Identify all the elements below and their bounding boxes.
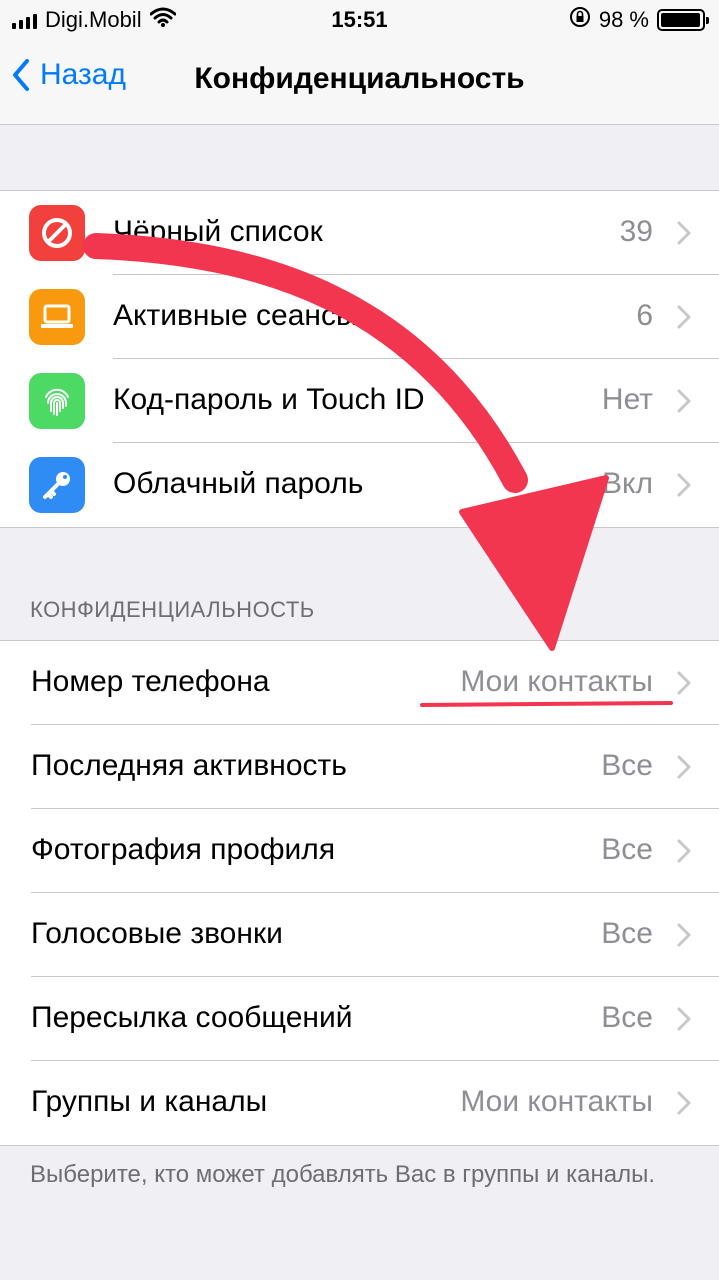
row-label: Фотография профиля [31,833,336,866]
voice-calls-row[interactable]: Голосовые звонки Все [0,893,719,977]
rotation-lock-icon [569,6,591,34]
row-value: Вкл [602,467,653,500]
battery-level [661,13,701,27]
chevron-right-icon [677,755,691,779]
row-value: 39 [619,215,653,248]
row-label: Облачный пароль [113,467,364,500]
row-label: Голосовые звонки [31,917,283,950]
passcode-touch-id-row[interactable]: Код-пароль и Touch ID Нет [0,359,719,443]
row-value: Нет [601,383,653,416]
status-bar: Digi.Mobil 15:51 98 % [0,0,719,40]
groups-footer-note: Выберите, кто может добавлять Вас в груп… [30,1161,656,1188]
row-label: Номер телефона [31,665,270,698]
row-label: Группы и каналы [31,1085,268,1118]
forwarded-messages-row[interactable]: Пересылка сообщений Все [0,977,719,1061]
row-value: Все [601,833,653,866]
chevron-right-icon [677,221,691,245]
row-value: Мои контакты [460,665,653,698]
phone-number-row[interactable]: Номер телефона Мои контакты [0,641,719,725]
privacy-section-header: КОНФИДЕНЦИАЛЬНОСТЬ [30,597,315,622]
status-right: 98 % [569,6,709,34]
row-value: Все [601,917,653,950]
row-label: Чёрный список [113,215,323,248]
cloud-password-row[interactable]: Облачный пароль Вкл [0,443,719,527]
battery-percentage: 98 % [598,7,649,32]
page-title: Конфиденциальность [194,62,525,95]
chevron-right-icon [677,839,691,863]
chevron-right-icon [677,473,691,497]
block-icon [29,205,85,261]
row-value: Все [601,749,653,782]
security-settings-group: Чёрный список 39 Активные сеансы 6 Код-п… [0,190,719,528]
row-label: Код-пароль и Touch ID [113,383,425,416]
row-label: Активные сеансы [113,299,358,332]
navigation-bar: Назад Конфиденциальность [0,40,719,125]
laptop-icon [29,289,85,345]
row-value: Мои контакты [460,1085,653,1118]
chevron-right-icon [677,671,691,695]
blocked-users-row[interactable]: Чёрный список 39 [0,191,719,275]
privacy-settings-group: Номер телефона Мои контакты Последняя ак… [0,640,719,1146]
chevron-right-icon [677,923,691,947]
row-value: 6 [636,299,653,332]
last-seen-row[interactable]: Последняя активность Все [0,725,719,809]
chevron-right-icon [677,305,691,329]
row-label: Последняя активность [31,749,347,782]
active-sessions-row[interactable]: Активные сеансы 6 [0,275,719,359]
row-label: Пересылка сообщений [31,1001,353,1034]
chevron-right-icon [677,1007,691,1031]
key-icon [29,457,85,513]
row-value: Все [601,1001,653,1034]
battery-icon [657,9,709,31]
chevron-right-icon [677,1091,691,1115]
chevron-right-icon [677,389,691,413]
groups-channels-row[interactable]: Группы и каналы Мои контакты [0,1061,719,1145]
profile-photo-row[interactable]: Фотография профиля Все [0,809,719,893]
fingerprint-icon [29,373,85,429]
